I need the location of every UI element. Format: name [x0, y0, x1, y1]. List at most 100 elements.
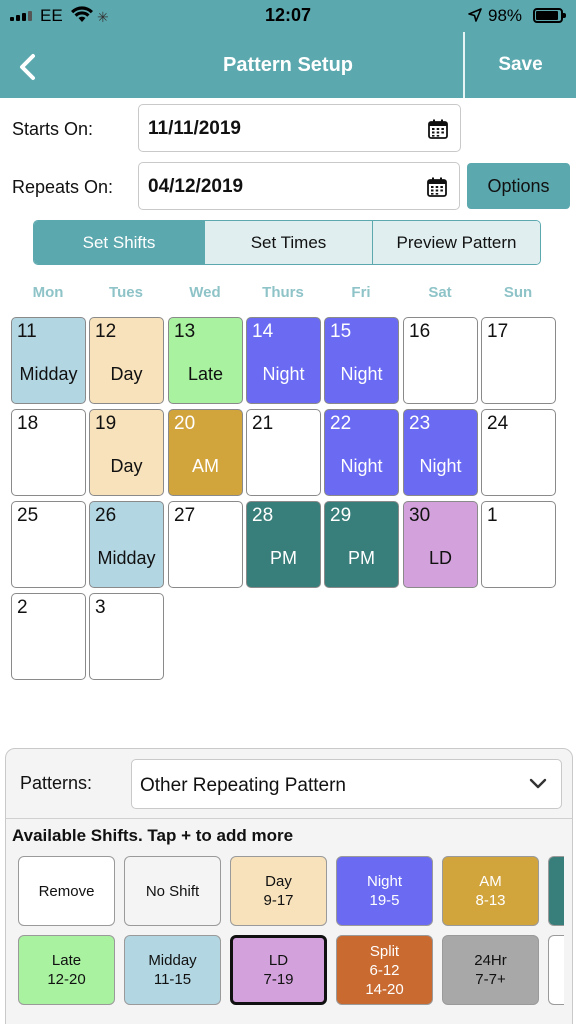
tab-preview-pattern[interactable]: Preview Pattern: [372, 221, 540, 264]
calendar-icon[interactable]: [427, 177, 447, 197]
calendar-day[interactable]: 23 Night: [403, 409, 478, 496]
save-button[interactable]: Save: [465, 32, 576, 98]
day-number: 1: [487, 505, 498, 526]
calendar-day[interactable]: 20 AM: [168, 409, 243, 496]
calendar-day[interactable]: 27: [168, 501, 243, 588]
starts-on-value: 11/11/2019: [148, 118, 241, 139]
day-number: 14: [252, 321, 274, 342]
day-number: 17: [487, 321, 509, 342]
tab-set-shifts[interactable]: Set Shifts: [34, 221, 204, 264]
calendar-day[interactable]: 17: [481, 317, 556, 404]
calendar-day[interactable]: 30 LD: [403, 501, 478, 588]
calendar-day[interactable]: 3: [89, 593, 164, 680]
calendar-day[interactable]: 25: [11, 501, 86, 588]
calendar-day[interactable]: 13 Late: [168, 317, 243, 404]
shift-tile-time: 8-13: [475, 892, 506, 909]
calendar-day[interactable]: 1: [481, 501, 556, 588]
day-shift-label: Night: [340, 364, 383, 384]
shift-tile[interactable]: LD 7-19: [230, 935, 327, 1005]
calendar-day[interactable]: 29 PM: [324, 501, 399, 588]
shift-tile-name: Night: [366, 873, 403, 890]
shift-tile-name: Split: [369, 942, 400, 960]
day-number: 15: [330, 321, 352, 342]
shift-tile-partial[interactable]: [548, 856, 564, 926]
starts-on-date-field[interactable]: 11/11/2019: [138, 104, 461, 152]
calendar-icon[interactable]: [428, 119, 448, 139]
shift-tile-time: 19-5: [369, 892, 400, 909]
day-shift-label: Day: [110, 364, 143, 384]
shift-tile-name: AM: [479, 873, 502, 890]
shift-tile[interactable]: 24Hr 7-7+: [442, 935, 539, 1005]
available-shifts-title: Available Shifts. Tap + to add more: [12, 826, 294, 845]
calendar-day[interactable]: 28 PM: [246, 501, 321, 588]
shift-tile[interactable]: Midday 11-15: [124, 935, 221, 1005]
shift-tile-time: 7-19: [263, 971, 294, 988]
shift-tile-partial[interactable]: [548, 935, 564, 1005]
pattern-select[interactable]: Other Repeating Pattern: [131, 759, 562, 809]
calendar-day[interactable]: 18: [11, 409, 86, 496]
nav-bar: Pattern Setup Save: [0, 32, 576, 98]
shift-tile[interactable]: Split 6-12 14-20: [336, 935, 433, 1005]
day-shift-label: Midday: [97, 548, 156, 568]
day-shift-label: LD: [428, 548, 452, 568]
repeats-on-value: 04/12/2019: [148, 176, 244, 197]
shift-tile[interactable]: No Shift: [124, 856, 221, 926]
day-number: 28: [252, 505, 274, 526]
day-number: 11: [17, 321, 37, 342]
shift-tile[interactable]: Remove: [18, 856, 115, 926]
shift-tile-time: 9-17: [263, 892, 294, 909]
shift-tile[interactable]: AM 8-13: [442, 856, 539, 926]
day-number: 3: [95, 597, 106, 618]
day-number: 22: [330, 413, 352, 434]
day-shift-label: PM: [270, 548, 297, 568]
calendar-day[interactable]: 2: [11, 593, 86, 680]
weekday-header: Tues: [109, 284, 143, 301]
day-shift-label: PM: [348, 548, 375, 568]
battery-icon: [533, 8, 566, 23]
shift-tile-name: Remove: [38, 882, 95, 900]
chevron-down-icon: [529, 778, 547, 789]
calendar-day[interactable]: 19 Day: [89, 409, 164, 496]
repeats-on-date-field[interactable]: 04/12/2019: [138, 162, 460, 210]
location-arrow-icon: [468, 8, 482, 22]
day-shift-label: Night: [340, 456, 383, 476]
shift-tile-time: 12-20: [47, 971, 86, 988]
day-shift-label: Day: [110, 456, 143, 476]
weekday-header: Fri: [351, 284, 371, 301]
day-number: 29: [330, 505, 352, 526]
mode-tabs: Set Shifts Set Times Preview Pattern: [33, 220, 541, 265]
calendar-day[interactable]: 22 Night: [324, 409, 399, 496]
day-shift-label: Night: [419, 456, 462, 476]
calendar-day[interactable]: 26 Midday: [89, 501, 164, 588]
shift-tile[interactable]: Day 9-17: [230, 856, 327, 926]
shift-tile-name: No Shift: [145, 882, 200, 900]
calendar-day[interactable]: 21: [246, 409, 321, 496]
calendar-day[interactable]: 15 Night: [324, 317, 399, 404]
day-number: 2: [17, 597, 28, 618]
calendar-day[interactable]: 16: [403, 317, 478, 404]
status-bar: EE ✳ 12:07 98%: [0, 0, 576, 32]
day-number: 23: [409, 413, 431, 434]
day-number: 18: [17, 413, 39, 434]
calendar-day[interactable]: 11 Midday: [11, 317, 86, 404]
tab-set-times[interactable]: Set Times: [204, 221, 372, 264]
shift-tile-name: 24Hr: [474, 952, 507, 969]
day-shift-label: AM: [192, 456, 219, 476]
options-button[interactable]: Options: [467, 163, 570, 209]
shift-tile[interactable]: Night 19-5: [336, 856, 433, 926]
calendar-day[interactable]: 14 Night: [246, 317, 321, 404]
day-number: 13: [174, 321, 196, 342]
patterns-label: Patterns:: [20, 773, 93, 793]
day-number: 20: [174, 413, 196, 434]
day-number: 27: [174, 505, 196, 526]
shift-tile[interactable]: Late 12-20: [18, 935, 115, 1005]
shift-tile-name: Late: [51, 952, 82, 969]
shift-tile-time: 7-7+: [475, 971, 506, 988]
shift-tile-time: 11-15: [153, 971, 192, 988]
shift-tile-name: Midday: [148, 952, 197, 969]
day-number: 26: [95, 505, 117, 526]
calendar-day[interactable]: 24: [481, 409, 556, 496]
calendar-day[interactable]: 12 Day: [89, 317, 164, 404]
starts-on-label: Starts On:: [12, 119, 94, 139]
repeats-on-label: Repeats On:: [12, 177, 114, 197]
